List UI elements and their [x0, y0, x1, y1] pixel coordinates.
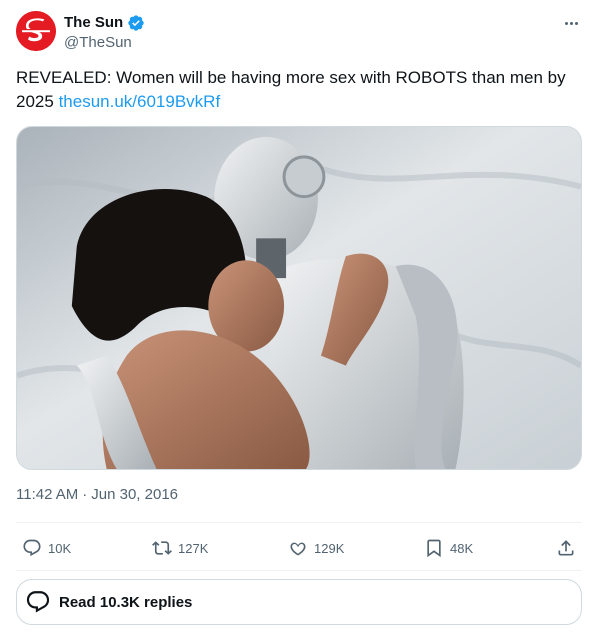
heart-icon [290, 542, 306, 556]
share-icon [558, 540, 574, 556]
verified-badge-icon [128, 14, 144, 31]
bookmark-icon [427, 539, 441, 558]
retweet-count: 127K [178, 540, 209, 556]
reply-icon [23, 539, 41, 557]
tweet-date: Jun 30, 2016 [91, 486, 179, 503]
tweet: The Sun @TheSun REVEALED: Women will be … [0, 0, 598, 633]
tweet-link[interactable]: thesun.uk/6019BvkRf [59, 92, 221, 111]
share-button[interactable] [556, 532, 576, 564]
read-replies-button[interactable]: Read 10.3K replies [16, 579, 582, 625]
like-count: 129K [314, 540, 345, 556]
read-replies-label: Read 10.3K replies [59, 593, 193, 611]
tweet-timestamp[interactable]: 11:42 AM · Jun 30, 2016 [16, 486, 178, 503]
name-row: The Sun [64, 13, 145, 32]
avatar[interactable] [16, 11, 56, 51]
tweet-actions: 10K 127K 129K 48K [16, 532, 582, 564]
media-image [17, 127, 581, 469]
tweet-media[interactable] [16, 126, 582, 470]
reply-button[interactable]: 10K [22, 532, 71, 564]
the-sun-logo-icon [16, 11, 56, 51]
retweet-icon [152, 541, 172, 555]
bookmark-button[interactable]: 48K [424, 532, 473, 564]
timestamp-separator: · [82, 486, 88, 503]
more-dot-icon [574, 21, 578, 25]
tweet-time: 11:42 AM [16, 486, 79, 503]
more-dot-icon [564, 21, 568, 25]
author-info[interactable]: The Sun @TheSun [64, 13, 145, 53]
divider [16, 522, 582, 523]
bookmark-count: 48K [450, 540, 474, 556]
handle[interactable]: @TheSun [64, 34, 145, 53]
divider [16, 570, 582, 571]
more-dot-icon [569, 21, 573, 25]
reply-bubble-icon [26, 591, 50, 613]
like-button[interactable]: 129K [288, 532, 344, 564]
retweet-button[interactable]: 127K [152, 532, 208, 564]
reply-count: 10K [48, 540, 72, 556]
display-name[interactable]: The Sun [64, 14, 123, 31]
tweet-text: REVEALED: Women will be having more sex … [16, 66, 582, 114]
more-options-button[interactable] [560, 14, 582, 32]
